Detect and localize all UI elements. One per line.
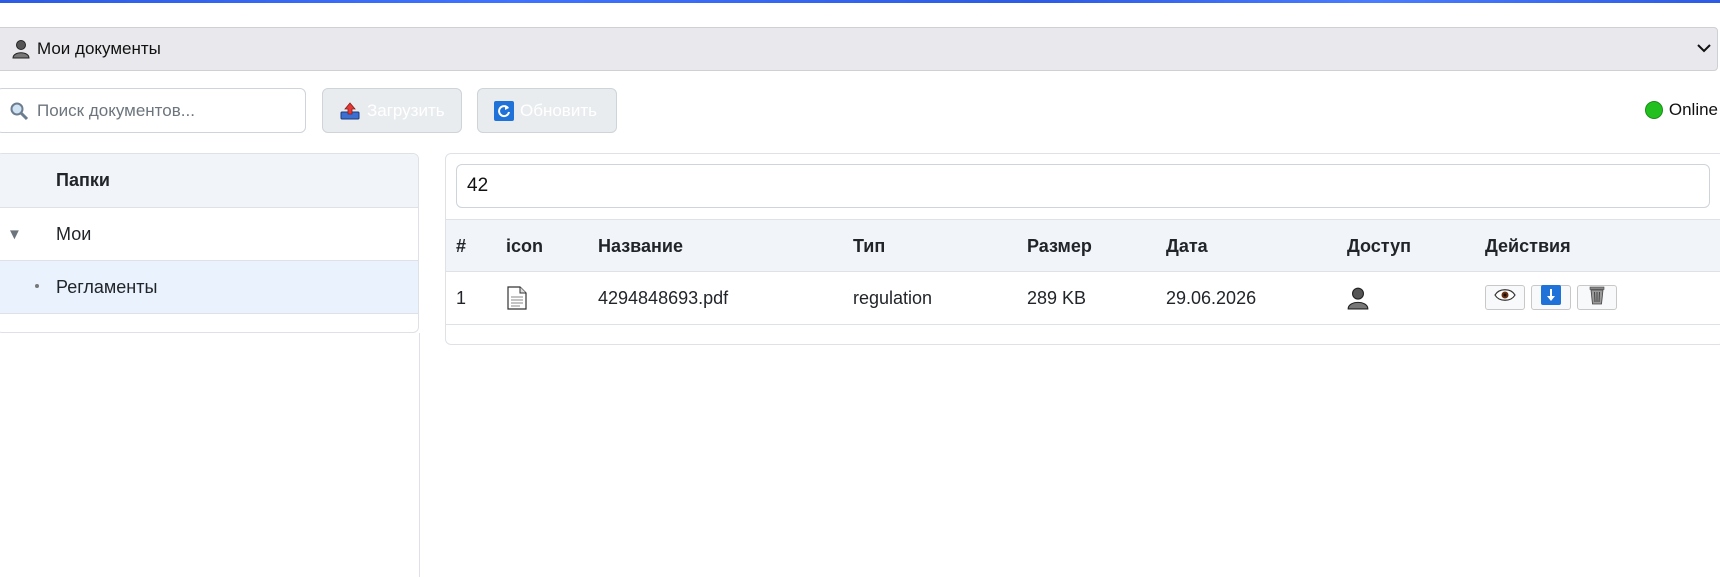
row-size: 289 KB	[1027, 288, 1087, 308]
documents-accordion-header[interactable]: Мои документы	[0, 27, 1718, 71]
column-size[interactable]: Размер	[1027, 236, 1092, 257]
download-button[interactable]	[1531, 285, 1571, 310]
view-button[interactable]	[1485, 285, 1525, 310]
chevron-down-icon[interactable]	[1695, 39, 1713, 57]
top-accent-bar	[0, 0, 1720, 3]
user-icon	[1347, 286, 1369, 315]
delete-button[interactable]	[1577, 285, 1617, 310]
search-icon	[9, 101, 29, 121]
column-date[interactable]: Дата	[1166, 236, 1208, 257]
table-filter[interactable]	[456, 164, 1710, 208]
upload-icon	[339, 101, 361, 121]
panel-divider	[419, 333, 420, 577]
status-dot	[1644, 101, 1663, 119]
column-actions: Действия	[1485, 236, 1571, 256]
bullet-icon	[35, 284, 39, 288]
refresh-icon	[494, 100, 514, 121]
user-icon	[11, 39, 31, 59]
column-type[interactable]: Тип	[853, 236, 885, 257]
eye-icon	[1494, 288, 1516, 307]
folders-panel: Папки ▼ Мои Регламенты	[0, 153, 419, 333]
refresh-label: Обновить	[520, 100, 597, 120]
connection-status: Online	[1644, 100, 1718, 120]
column-icon: icon	[506, 236, 544, 256]
expand-triangle-icon[interactable]: ▼	[7, 226, 22, 243]
refresh-button[interactable]: Обновить	[477, 88, 617, 133]
row-name[interactable]: 4294848693.pdf	[598, 288, 728, 309]
folder-item-regulations[interactable]: Регламенты	[0, 261, 418, 314]
document-icon	[506, 286, 528, 315]
folder-label: Регламенты	[56, 276, 158, 297]
row-date: 29.06.2026	[1166, 288, 1257, 308]
table-header: # icon Название Тип Размер Дата Доступ Д…	[446, 219, 1720, 272]
search-input[interactable]	[35, 99, 289, 122]
column-number: #	[456, 236, 467, 256]
folders-header: Папки	[0, 154, 418, 208]
column-access: Доступ	[1347, 236, 1411, 256]
folder-label: Мои	[56, 223, 92, 244]
column-name[interactable]: Название	[598, 236, 683, 257]
download-icon	[1541, 285, 1561, 310]
trash-icon	[1588, 285, 1606, 310]
row-type: regulation	[853, 288, 933, 308]
folder-item-my[interactable]: ▼ Мои	[0, 208, 418, 261]
upload-button[interactable]: Загрузить	[322, 88, 462, 133]
row-number: 1	[456, 288, 467, 308]
page-title: Мои документы	[37, 39, 161, 58]
document-search[interactable]	[0, 88, 306, 133]
table-row[interactable]: 1 4294848693.pdf regulation 289 KB 29.06…	[446, 272, 1720, 325]
documents-table-panel: # icon Название Тип Размер Дата Доступ Д…	[445, 153, 1720, 345]
filter-input[interactable]	[457, 165, 1709, 207]
status-label: Online	[1668, 100, 1718, 119]
upload-label: Загрузить	[367, 100, 445, 120]
